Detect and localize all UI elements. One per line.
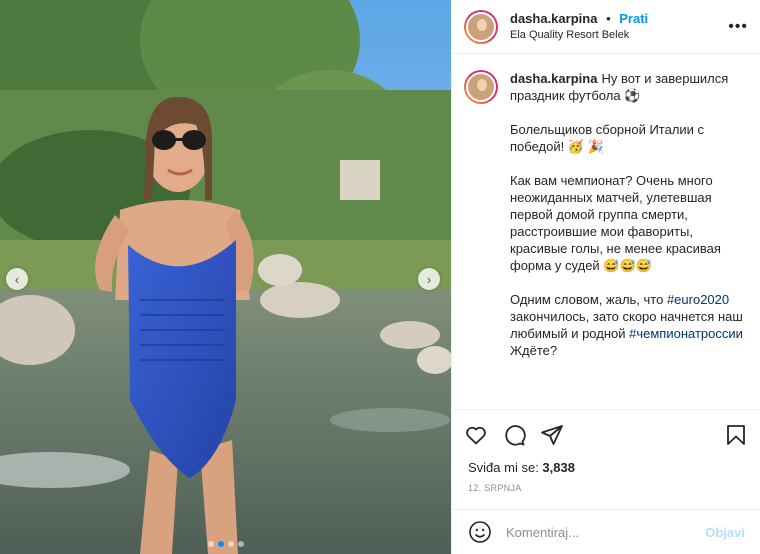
post-photo[interactable]: ‹ › — [0, 0, 451, 554]
follow-button[interactable]: Prati — [619, 11, 648, 26]
caption-paragraph-3: Как вам чемпионат? Очень много неожиданн… — [510, 173, 721, 273]
post-date[interactable]: 12. SRPNJA — [452, 477, 760, 493]
header-username[interactable]: dasha.karpina — [510, 11, 597, 26]
carousel-dot — [207, 541, 214, 547]
add-comment-bar: Objavi — [452, 509, 760, 554]
caption-paragraph-4c: Ждёте? — [510, 343, 558, 358]
caption-text: dasha.karpina Ну вот и завершился праздни… — [510, 70, 744, 409]
carousel-dot — [227, 541, 234, 547]
caption-area: dasha.karpina Ну вот и завершился праздни… — [452, 54, 760, 409]
carousel-next-button[interactable]: › — [418, 268, 440, 290]
heart-icon[interactable] — [464, 423, 488, 447]
hashtag-euro2020[interactable]: #euro2020 — [667, 292, 729, 307]
avatar[interactable] — [464, 9, 498, 44]
comment-input[interactable] — [506, 524, 706, 540]
post-comment-button[interactable]: Objavi — [705, 525, 745, 540]
caption-paragraph-2: Болельщиков сборной Италии с победой! 🥳 … — [510, 122, 705, 154]
likes-label: Sviđa mi se: — [468, 460, 543, 475]
photo-scene — [0, 0, 451, 554]
carousel-dot — [237, 541, 244, 547]
carousel-dot — [217, 541, 224, 547]
emoji-picker-icon[interactable] — [468, 520, 492, 544]
location-link[interactable]: Ela Quality Resort Belek — [510, 27, 728, 44]
action-bar — [452, 409, 760, 459]
comment-icon[interactable] — [502, 423, 526, 447]
bookmark-icon[interactable] — [724, 423, 748, 447]
post-side-panel: dasha.karpina • Prati Ela Quality Resort… — [451, 0, 760, 554]
likes-number: 3,838 — [542, 460, 575, 475]
caption-paragraph-4a: Одним словом, жаль, что — [510, 292, 667, 307]
caption-username[interactable]: dasha.karpina — [510, 71, 597, 86]
share-icon[interactable] — [540, 423, 564, 447]
post-header: dasha.karpina • Prati Ela Quality Resort… — [452, 0, 760, 54]
caption-avatar[interactable] — [464, 70, 498, 104]
likes-count[interactable]: Sviđa mi se: 3,838 — [452, 459, 760, 477]
hashtag-chempionatrossii[interactable]: #чемпионатроссии — [629, 326, 743, 341]
carousel-prev-button[interactable]: ‹ — [6, 268, 28, 290]
carousel-indicator — [0, 541, 451, 547]
more-options-icon[interactable]: ••• — [728, 18, 748, 36]
header-separator: • — [606, 10, 611, 26]
